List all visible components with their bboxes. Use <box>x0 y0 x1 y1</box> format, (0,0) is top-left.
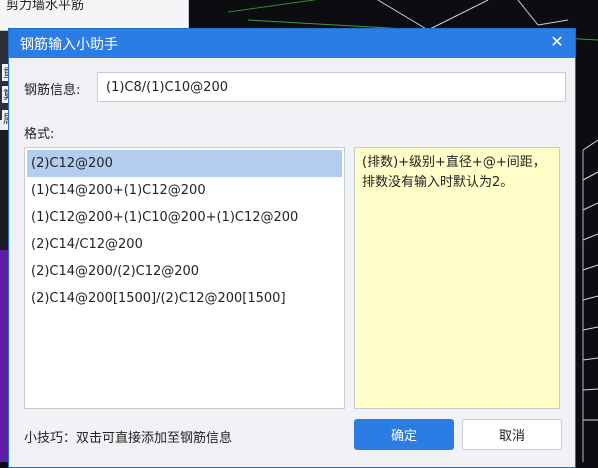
tip-text: 小技巧：双击可直接添加至钢筋信息 <box>24 431 233 446</box>
rebar-input-helper-dialog: 钢筋输入小助手 ✕ 钢筋信息: 格式: (2)C12@200(1)C14@200… <box>8 28 576 468</box>
ok-button[interactable]: 确定 <box>354 419 454 450</box>
format-description: (排数)+级别+直径+@+间距，排数没有输入时默认为2。 <box>354 147 560 409</box>
format-list-item[interactable]: (2)C14@200[1500]/(2)C12@200[1500] <box>27 285 342 312</box>
format-list: (2)C12@200 (1)C14@200+(1)C12@200 (1)C12@20… <box>24 147 345 409</box>
background-panel-item[interactable]: 剪力墙水平筋 <box>6 0 84 13</box>
format-list-item[interactable]: (2)C14@200/(2)C12@200 <box>27 258 342 285</box>
rebar-info-input[interactable] <box>97 72 566 102</box>
format-label: 格式: <box>24 127 55 142</box>
dialog-title-bar[interactable]: 钢筋输入小助手 ✕ <box>9 29 575 58</box>
rebar-info-label: 钢筋信息: <box>24 83 81 98</box>
format-list-item[interactable]: (1)C14@200+(1)C12@200 <box>27 177 342 204</box>
format-list-item[interactable]: (2)C14/C12@200 <box>27 231 342 258</box>
cancel-button[interactable]: 取消 <box>462 419 562 450</box>
format-list-item[interactable]: (2)C12@200 <box>27 150 342 177</box>
format-list-item[interactable]: (1)C12@200+(1)C10@200+(1)C12@200 <box>27 204 342 231</box>
close-icon[interactable]: ✕ <box>549 34 565 50</box>
background-attribute-panel: 剪力墙水平筋 <box>0 0 189 31</box>
dialog-title: 钢筋输入小助手 <box>20 37 118 53</box>
